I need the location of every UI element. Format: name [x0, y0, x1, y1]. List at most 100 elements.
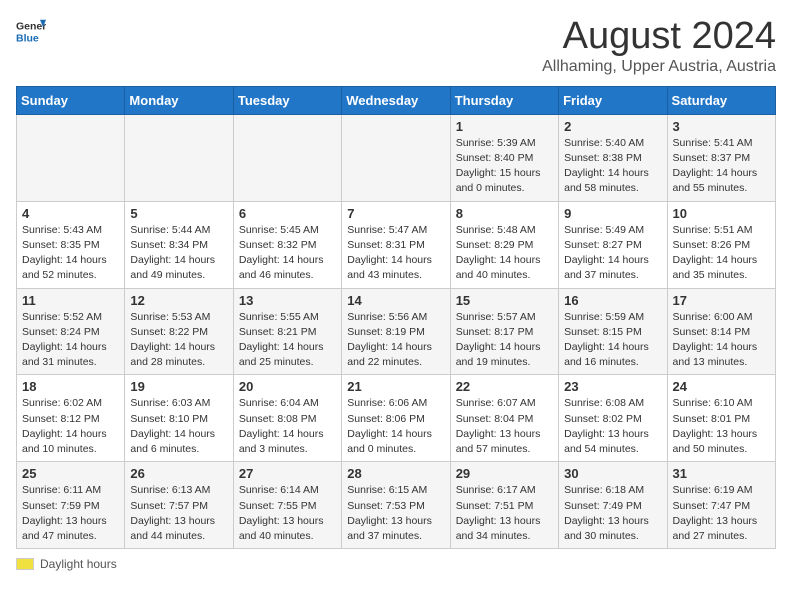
- logo: General Blue: [16, 16, 46, 46]
- cell-content: Sunrise: 6:08 AMSunset: 8:02 PMDaylight:…: [564, 396, 661, 457]
- day-number: 4: [22, 206, 119, 221]
- day-number: 20: [239, 379, 336, 394]
- day-number: 27: [239, 466, 336, 481]
- calendar-week-row: 11Sunrise: 5:52 AMSunset: 8:24 PMDayligh…: [17, 288, 776, 375]
- header: General Blue August 2024 Allhaming, Uppe…: [16, 16, 776, 76]
- calendar-cell: [17, 114, 125, 201]
- cell-content: Sunrise: 5:45 AMSunset: 8:32 PMDaylight:…: [239, 223, 336, 284]
- cell-content: Sunrise: 5:51 AMSunset: 8:26 PMDaylight:…: [673, 223, 770, 284]
- day-number: 25: [22, 466, 119, 481]
- weekday-header-friday: Friday: [559, 86, 667, 114]
- cell-content: Sunrise: 6:00 AMSunset: 8:14 PMDaylight:…: [673, 310, 770, 371]
- calendar-cell: 9 Sunrise: 5:49 AMSunset: 8:27 PMDaylight…: [559, 201, 667, 288]
- page-subtitle: Allhaming, Upper Austria, Austria: [542, 58, 776, 76]
- weekday-header-saturday: Saturday: [667, 86, 775, 114]
- cell-content: Sunrise: 5:41 AMSunset: 8:37 PMDaylight:…: [673, 136, 770, 197]
- calendar-cell: 31Sunrise: 6:19 AMSunset: 7:47 PMDayligh…: [667, 462, 775, 549]
- calendar-cell: 30 Sunrise: 6:18 AMSunset: 7:49 PMDayligh…: [559, 462, 667, 549]
- cell-content: Sunrise: 5:43 AMSunset: 8:35 PMDaylight:…: [22, 223, 119, 284]
- page-title: August 2024: [542, 16, 776, 58]
- weekday-header-monday: Monday: [125, 86, 233, 114]
- weekday-header-row: SundayMondayTuesdayWednesdayThursdayFrid…: [17, 86, 776, 114]
- day-number: 15: [456, 293, 553, 308]
- calendar-cell: 7Sunrise: 5:47 AMSunset: 8:31 PMDaylight…: [342, 201, 450, 288]
- calendar-cell: 15Sunrise: 5:57 AMSunset: 8:17 PMDayligh…: [450, 288, 558, 375]
- calendar-cell: [233, 114, 341, 201]
- calendar-cell: 2Sunrise: 5:40 AMSunset: 8:38 PMDaylight…: [559, 114, 667, 201]
- cell-content: Sunrise: 5:44 AMSunset: 8:34 PMDaylight:…: [130, 223, 227, 284]
- cell-content: Sunrise: 6:14 AMSunset: 7:55 PMDaylight:…: [239, 483, 336, 544]
- calendar-week-row: 25 Sunrise: 6:11 AMSunset: 7:59 PMDayligh…: [17, 462, 776, 549]
- day-number: 19: [130, 379, 227, 394]
- calendar-cell: 26Sunrise: 6:13 AMSunset: 7:57 PMDayligh…: [125, 462, 233, 549]
- day-number: 1: [456, 119, 553, 134]
- daylight-label: Daylight hours: [40, 557, 117, 571]
- calendar-cell: [342, 114, 450, 201]
- weekday-header-wednesday: Wednesday: [342, 86, 450, 114]
- calendar-cell: 25 Sunrise: 6:11 AMSunset: 7:59 PMDayligh…: [17, 462, 125, 549]
- day-number: 29: [456, 466, 553, 481]
- calendar-cell: 4 Sunrise: 5:43 AMSunset: 8:35 PMDaylight…: [17, 201, 125, 288]
- calendar-cell: 11Sunrise: 5:52 AMSunset: 8:24 PMDayligh…: [17, 288, 125, 375]
- cell-content: Sunrise: 5:39 AMSunset: 8:40 PMDaylight:…: [456, 136, 553, 197]
- day-number: 31: [673, 466, 770, 481]
- footer-note: Daylight hours: [16, 557, 776, 571]
- calendar-table: SundayMondayTuesdayWednesdayThursdayFrid…: [16, 86, 776, 549]
- day-number: 23: [564, 379, 661, 394]
- calendar-cell: 1 Sunrise: 5:39 AMSunset: 8:40 PMDaylight…: [450, 114, 558, 201]
- calendar-cell: 18Sunrise: 6:02 AMSunset: 8:12 PMDayligh…: [17, 375, 125, 462]
- day-number: 21: [347, 379, 444, 394]
- title-area: August 2024 Allhaming, Upper Austria, Au…: [542, 16, 776, 76]
- logo-icon: General Blue: [16, 16, 46, 46]
- cell-content: Sunrise: 5:48 AMSunset: 8:29 PMDaylight:…: [456, 223, 553, 284]
- daylight-bar-icon: [16, 558, 34, 570]
- day-number: 3: [673, 119, 770, 134]
- calendar-cell: 19 Sunrise: 6:03 AMSunset: 8:10 PMDayligh…: [125, 375, 233, 462]
- cell-content: Sunrise: 5:53 AMSunset: 8:22 PMDaylight:…: [130, 310, 227, 371]
- cell-content: Sunrise: 5:49 AMSunset: 8:27 PMDaylight:…: [564, 223, 661, 284]
- cell-content: Sunrise: 5:56 AMSunset: 8:19 PMDaylight:…: [347, 310, 444, 371]
- day-number: 16: [564, 293, 661, 308]
- cell-content: Sunrise: 6:04 AMSunset: 8:08 PMDaylight:…: [239, 396, 336, 457]
- calendar-week-row: 4 Sunrise: 5:43 AMSunset: 8:35 PMDaylight…: [17, 201, 776, 288]
- day-number: 5: [130, 206, 227, 221]
- calendar-cell: 29Sunrise: 6:17 AMSunset: 7:51 PMDayligh…: [450, 462, 558, 549]
- calendar-cell: 21 Sunrise: 6:06 AMSunset: 8:06 PMDayligh…: [342, 375, 450, 462]
- calendar-cell: [125, 114, 233, 201]
- calendar-cell: 10 Sunrise: 5:51 AMSunset: 8:26 PMDayligh…: [667, 201, 775, 288]
- day-number: 24: [673, 379, 770, 394]
- cell-content: Sunrise: 5:52 AMSunset: 8:24 PMDaylight:…: [22, 310, 119, 371]
- calendar-cell: 27 Sunrise: 6:14 AMSunset: 7:55 PMDayligh…: [233, 462, 341, 549]
- weekday-header-thursday: Thursday: [450, 86, 558, 114]
- day-number: 13: [239, 293, 336, 308]
- calendar-week-row: 18Sunrise: 6:02 AMSunset: 8:12 PMDayligh…: [17, 375, 776, 462]
- calendar-cell: 24Sunrise: 6:10 AMSunset: 8:01 PMDayligh…: [667, 375, 775, 462]
- day-number: 10: [673, 206, 770, 221]
- day-number: 17: [673, 293, 770, 308]
- weekday-header-sunday: Sunday: [17, 86, 125, 114]
- cell-content: Sunrise: 6:15 AMSunset: 7:53 PMDaylight:…: [347, 483, 444, 544]
- calendar-cell: 17 Sunrise: 6:00 AMSunset: 8:14 PMDayligh…: [667, 288, 775, 375]
- cell-content: Sunrise: 6:11 AMSunset: 7:59 PMDaylight:…: [22, 483, 119, 544]
- calendar-cell: 13Sunrise: 5:55 AMSunset: 8:21 PMDayligh…: [233, 288, 341, 375]
- calendar-cell: 14Sunrise: 5:56 AMSunset: 8:19 PMDayligh…: [342, 288, 450, 375]
- cell-content: Sunrise: 5:47 AMSunset: 8:31 PMDaylight:…: [347, 223, 444, 284]
- day-number: 26: [130, 466, 227, 481]
- cell-content: Sunrise: 6:06 AMSunset: 8:06 PMDaylight:…: [347, 396, 444, 457]
- day-number: 22: [456, 379, 553, 394]
- calendar-week-row: 1 Sunrise: 5:39 AMSunset: 8:40 PMDaylight…: [17, 114, 776, 201]
- calendar-cell: 16 Sunrise: 5:59 AMSunset: 8:15 PMDayligh…: [559, 288, 667, 375]
- svg-text:Blue: Blue: [16, 33, 39, 45]
- cell-content: Sunrise: 6:18 AMSunset: 7:49 PMDaylight:…: [564, 483, 661, 544]
- cell-content: Sunrise: 5:59 AMSunset: 8:15 PMDaylight:…: [564, 310, 661, 371]
- cell-content: Sunrise: 6:07 AMSunset: 8:04 PMDaylight:…: [456, 396, 553, 457]
- day-number: 8: [456, 206, 553, 221]
- day-number: 12: [130, 293, 227, 308]
- day-number: 30: [564, 466, 661, 481]
- calendar-cell: 22 Sunrise: 6:07 AMSunset: 8:04 PMDayligh…: [450, 375, 558, 462]
- day-number: 9: [564, 206, 661, 221]
- cell-content: Sunrise: 6:03 AMSunset: 8:10 PMDaylight:…: [130, 396, 227, 457]
- day-number: 6: [239, 206, 336, 221]
- calendar-cell: 8 Sunrise: 5:48 AMSunset: 8:29 PMDaylight…: [450, 201, 558, 288]
- weekday-header-tuesday: Tuesday: [233, 86, 341, 114]
